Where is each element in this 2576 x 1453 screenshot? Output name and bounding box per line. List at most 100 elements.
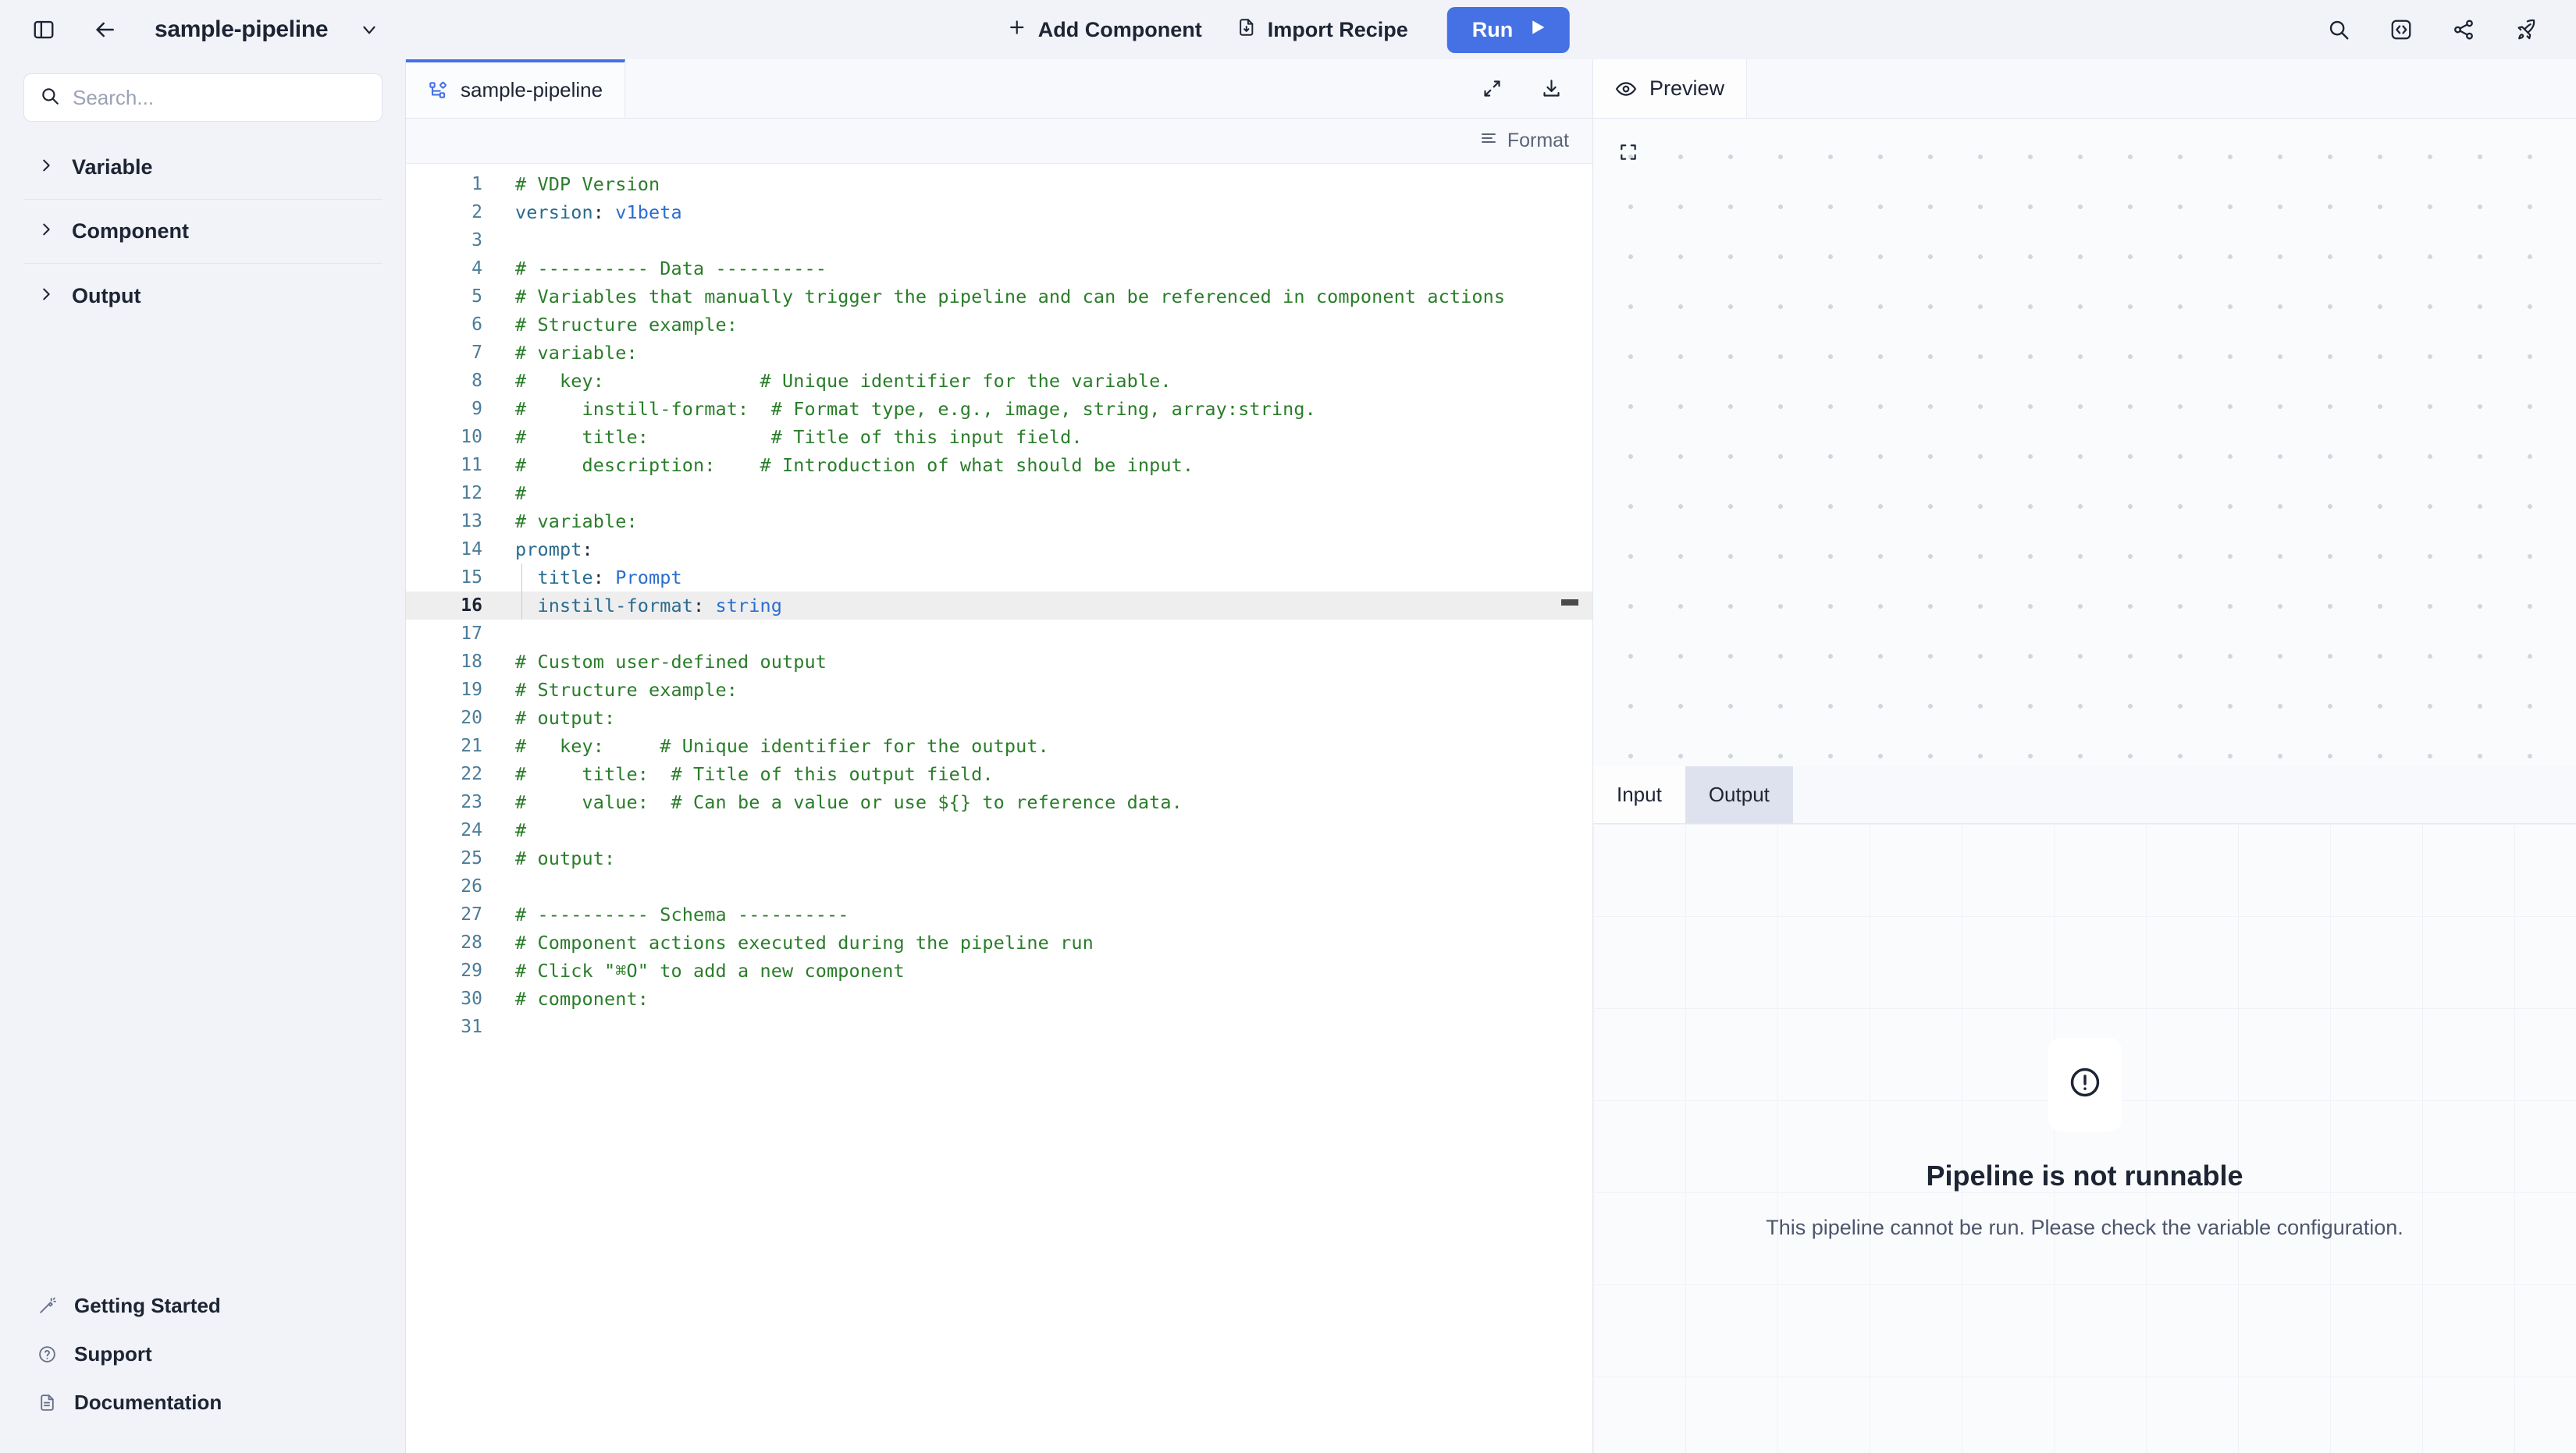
code-text: # Custom user-defined output [500, 648, 827, 676]
code-line[interactable]: 2 version: v1beta [406, 198, 1592, 226]
code-line[interactable]: 3 [406, 226, 1592, 254]
code-line[interactable]: 20 # output: [406, 704, 1592, 732]
editor-tab-label: sample-pipeline [461, 78, 603, 101]
preview-canvas[interactable] [1593, 119, 2576, 766]
token-comment: # component: [515, 988, 649, 1010]
token-comment: # Click "⌘O" to add a new component [515, 960, 905, 982]
line-number: 1 [471, 174, 482, 194]
code-line[interactable]: 10 # title: # Title of this input field. [406, 423, 1592, 451]
token-comment: # key: # Unique identifier for the varia… [515, 370, 1172, 392]
code-line[interactable]: 7 # variable: [406, 339, 1592, 367]
token-comment: # title: # Title of this input field. [515, 426, 1083, 448]
sidebar-item-component[interactable]: Component [23, 200, 382, 264]
token-val: string [704, 595, 782, 616]
rocket-icon[interactable] [2506, 9, 2546, 50]
code-line[interactable]: 16 instill-format: string [406, 592, 1592, 620]
editor-tab-sample-pipeline[interactable]: sample-pipeline [406, 59, 626, 118]
sidebar-item-documentation[interactable]: Documentation [23, 1378, 382, 1426]
code-line[interactable]: 23 # value: # Can be a value or use ${} t… [406, 788, 1592, 816]
code-line[interactable]: 17 [406, 620, 1592, 648]
code-line[interactable]: 30 # component: [406, 985, 1592, 1013]
code-line[interactable]: 26 [406, 872, 1592, 901]
code-line[interactable]: 12 # [406, 479, 1592, 507]
code-text: # title: # Title of this output field. [500, 760, 994, 788]
import-recipe-button[interactable]: Import Recipe [1236, 17, 1408, 43]
io-body: Pipeline is not runnable This pipeline c… [1593, 824, 2576, 1453]
code-text: instill-format: string [500, 592, 782, 620]
expand-icon[interactable] [1474, 71, 1510, 107]
code-line[interactable]: 28 # Component actions executed during th… [406, 929, 1592, 957]
share-icon[interactable] [2443, 9, 2484, 50]
line-number: 31 [461, 1017, 482, 1037]
line-number: 24 [461, 820, 482, 840]
back-button[interactable] [84, 9, 125, 50]
sidebar-footer: Getting Started Support Documentation [23, 1281, 382, 1453]
code-text: # description: # Introduction of what sh… [500, 451, 1194, 479]
chevron-right-icon [37, 286, 55, 307]
download-icon[interactable] [1533, 71, 1569, 107]
code-line[interactable]: 14 prompt: [406, 535, 1592, 563]
line-number: 25 [461, 848, 482, 869]
line-number: 21 [461, 736, 482, 756]
token-comment: # output: [515, 707, 616, 729]
code-line[interactable]: 18 # Custom user-defined output [406, 648, 1592, 676]
token-punct: : [582, 538, 593, 560]
token-val: Prompt [604, 567, 682, 588]
code-line[interactable]: 5 # Variables that manually trigger the p… [406, 282, 1592, 311]
sidebar-item-output[interactable]: Output [23, 264, 382, 328]
code-line[interactable]: 21 # key: # Unique identifier for the out… [406, 732, 1592, 760]
code-line[interactable]: 9 # instill-format: # Format type, e.g., … [406, 395, 1592, 423]
token-comment: # output: [515, 847, 616, 869]
sidebar-item-getting-started[interactable]: Getting Started [23, 1281, 382, 1330]
code-line[interactable]: 22 # title: # Title of this output field. [406, 760, 1592, 788]
line-number: 11 [461, 455, 482, 475]
token-key: instill-format [515, 595, 693, 616]
sidebar-item-variable[interactable]: Variable [23, 136, 382, 200]
tab-output[interactable]: Output [1685, 766, 1793, 823]
code-lines[interactable]: 1 # VDP Version 2 version: v1beta 3 4 # -----… [406, 164, 1592, 1453]
run-button[interactable]: Run [1446, 6, 1570, 53]
indent-guide [521, 592, 522, 620]
editor-pane: sample-pipeline Format 1 # VDP Version 2… [406, 59, 1592, 1453]
line-number: 12 [461, 483, 482, 503]
search-box[interactable] [23, 73, 382, 122]
code-text: # title: # Title of this input field. [500, 423, 1083, 451]
panel-toggle-icon[interactable] [23, 9, 64, 50]
code-line[interactable]: 29 # Click "⌘O" to add a new component [406, 957, 1592, 985]
code-line[interactable]: 25 # output: [406, 844, 1592, 872]
code-icon[interactable] [2381, 9, 2421, 50]
line-number: 29 [461, 961, 482, 981]
search-input[interactable] [73, 85, 366, 110]
code-line[interactable]: 27 # ---------- Schema ---------- [406, 901, 1592, 929]
code-line[interactable]: 31 [406, 1013, 1592, 1041]
code-text: # Component actions executed during the … [500, 929, 1094, 957]
code-line[interactable]: 24 # [406, 816, 1592, 844]
code-line[interactable]: 6 # Structure example: [406, 311, 1592, 339]
search-icon [40, 86, 60, 110]
code-line[interactable]: 8 # key: # Unique identifier for the vari… [406, 367, 1592, 395]
token-comment: # Custom user-defined output [515, 651, 827, 673]
sidebar-item-support[interactable]: Support [23, 1330, 382, 1378]
code-line[interactable]: 13 # variable: [406, 507, 1592, 535]
fullscreen-icon[interactable] [1610, 134, 1646, 170]
tab-preview[interactable]: Preview [1593, 59, 1748, 118]
format-button[interactable]: Format [1479, 129, 1569, 153]
add-component-button[interactable]: Add Component [1007, 17, 1202, 43]
code-line[interactable]: 19 # Structure example: [406, 676, 1592, 704]
code-line[interactable]: 1 # VDP Version [406, 170, 1592, 198]
code-line[interactable]: 11 # description: # Introduction of what … [406, 451, 1592, 479]
code-editor[interactable]: 1 # VDP Version 2 version: v1beta 3 4 # -----… [406, 164, 1592, 1453]
code-line[interactable]: 15 title: Prompt [406, 563, 1592, 592]
search-icon[interactable] [2318, 9, 2359, 50]
code-line[interactable]: 4 # ---------- Data ---------- [406, 254, 1592, 282]
line-number: 22 [461, 764, 482, 784]
token-comment: # instill-format: # Format type, e.g., i… [515, 398, 1316, 420]
alert-card [2048, 1037, 2122, 1131]
chevron-down-icon[interactable] [359, 20, 379, 40]
code-text: # Click "⌘O" to add a new component [500, 957, 905, 985]
token-key: version [515, 201, 593, 223]
code-text: # instill-format: # Format type, e.g., i… [500, 395, 1316, 423]
file-import-icon [1236, 17, 1257, 43]
sidebar-item-label: Component [72, 219, 189, 243]
tab-input[interactable]: Input [1593, 766, 1685, 823]
